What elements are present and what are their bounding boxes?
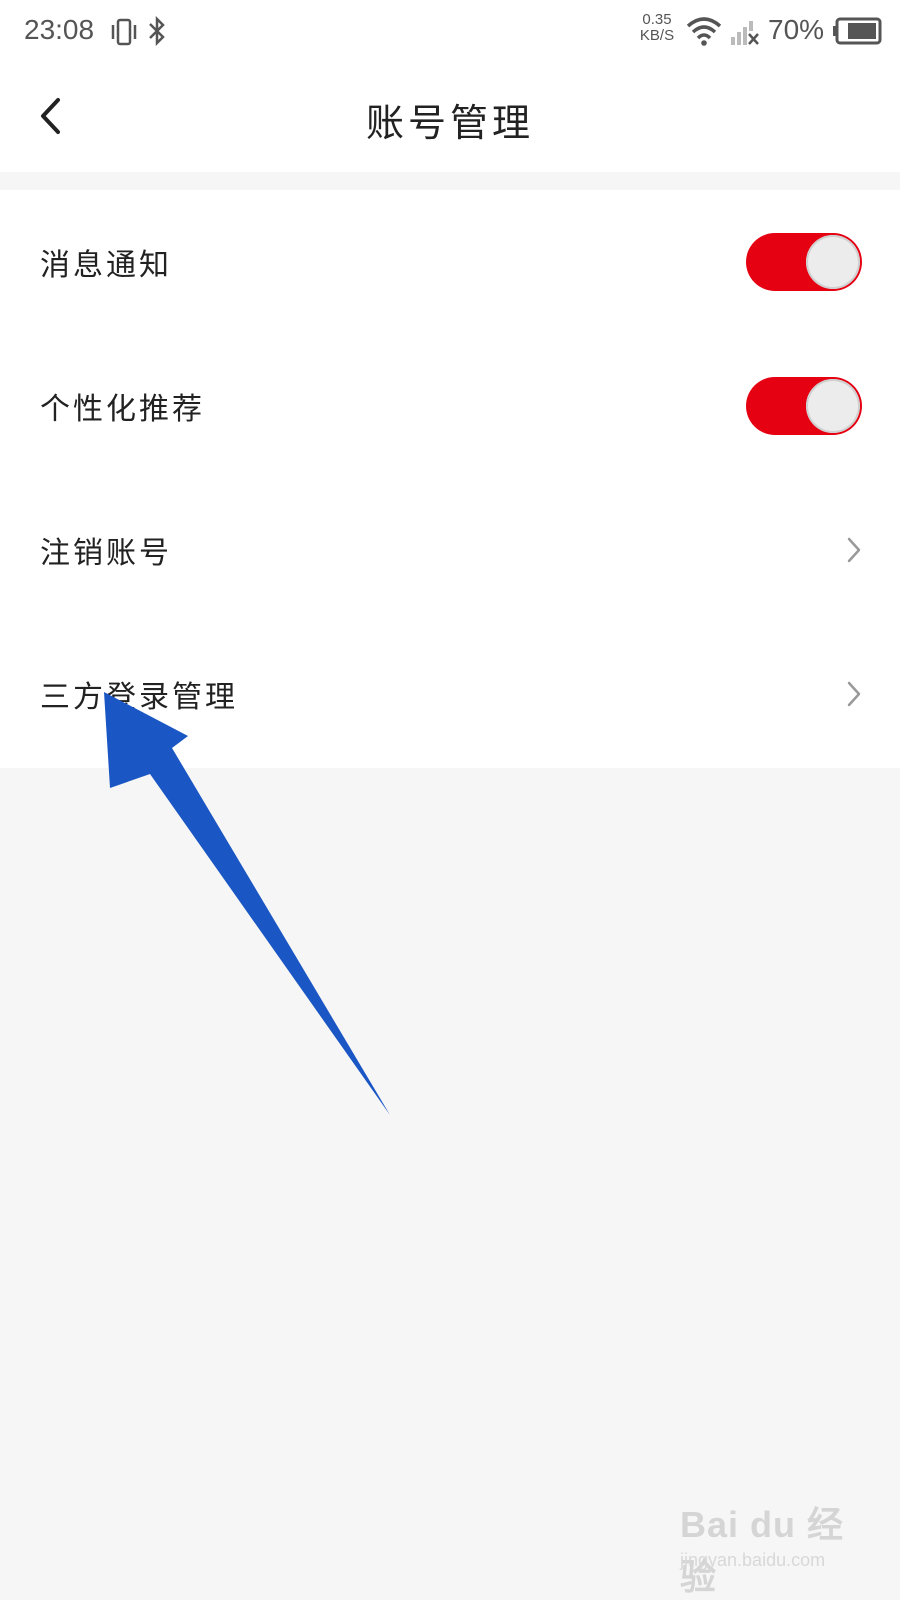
settings-list: 消息通知 个性化推荐 注销账号 三方登录管理 [0,190,900,768]
navigation-header: 账号管理 [0,64,900,172]
watermark-url: jingyan.baidu.com [680,1550,826,1570]
chevron-right-icon [847,681,861,707]
page-title: 账号管理 [365,101,534,145]
status-bar: 23:08 0.35 KB/S 70% [0,0,900,64]
network-speed-value: 0.35 [642,11,672,28]
setting-label: 注销账号 [40,536,172,571]
baidu-jingyan-watermark: Bai du 经验 jingyan.baidu.com [680,1496,880,1597]
setting-label: 三方登录管理 [40,680,238,715]
toggle-knob [806,235,860,289]
setting-label: 个性化推荐 [40,392,205,427]
status-time: 23:08 [24,14,95,45]
signal-icon [731,21,759,45]
watermark-logo: Bai du 经验 [680,1504,845,1597]
battery-icon [833,17,882,45]
setting-row-message-notification[interactable]: 消息通知 [0,190,900,334]
setting-row-personalized-recommendation[interactable]: 个性化推荐 [0,334,900,478]
bluetooth-icon [149,16,165,46]
vibrate-icon [111,18,137,46]
network-speed: 0.35 KB/S [636,12,678,44]
setting-row-cancel-account[interactable]: 注销账号 [0,478,900,622]
personalized-recommendation-toggle[interactable] [746,377,862,435]
network-speed-unit: KB/S [639,27,675,44]
chevron-right-icon [847,537,861,563]
wifi-icon [686,17,722,46]
toggle-knob [806,379,860,433]
battery-percent: 70% [768,14,825,45]
setting-row-third-party-login[interactable]: 三方登录管理 [0,622,900,766]
setting-label: 消息通知 [40,248,172,283]
message-notification-toggle[interactable] [746,233,862,291]
